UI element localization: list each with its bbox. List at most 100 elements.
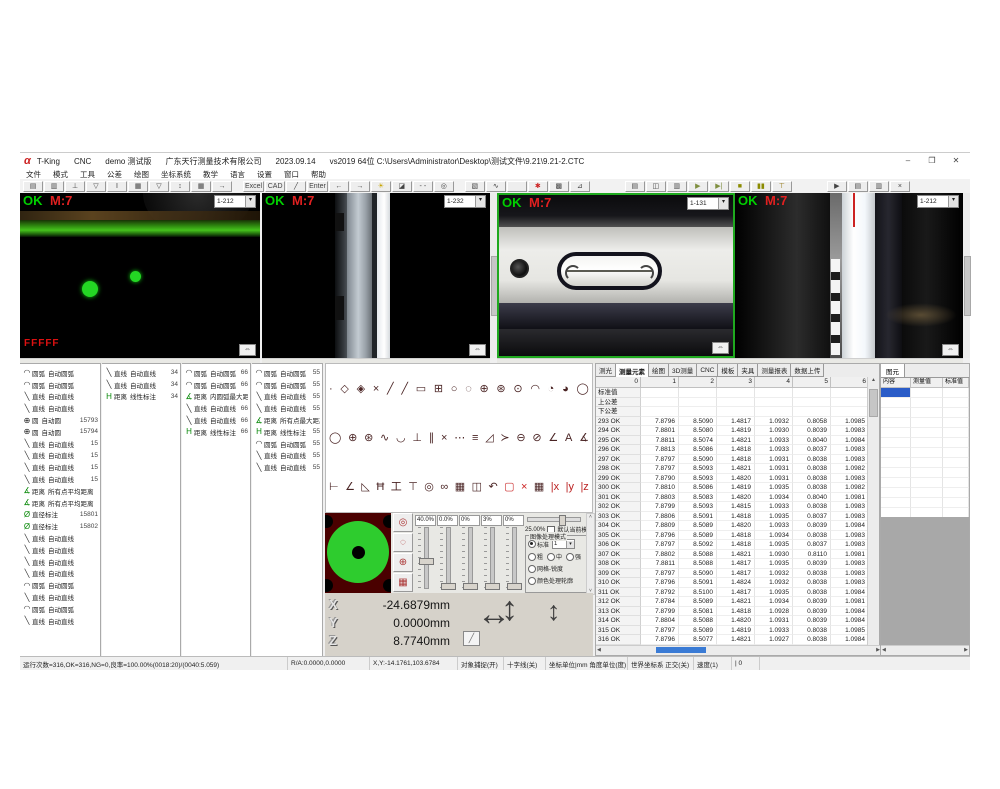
dither-button[interactable]: ▩ (549, 181, 569, 192)
ring-light-control[interactable] (325, 513, 391, 593)
results-tab-5[interactable]: CNC (697, 364, 718, 377)
element-item[interactable]: ╲直线自动直线 (20, 544, 100, 556)
element-panel-row[interactable] (881, 448, 969, 458)
measure-tool-icon[interactable]: ⊥ (412, 432, 422, 444)
element-item[interactable]: ╲直线自动直线34 (102, 367, 180, 379)
dropdown-arrow-icon[interactable]: ▾ (718, 198, 728, 209)
result-row[interactable]: 296 OK7.88138.50861.48181.09330.80371.09… (596, 445, 869, 455)
light-button[interactable]: ☀ (371, 181, 391, 192)
dropdown-arrow-icon[interactable]: ▾ (475, 196, 485, 207)
scroll-up-icon[interactable]: ˄ (587, 514, 594, 520)
element-item[interactable]: ╲直线自动直线66 (182, 414, 250, 426)
measure-tool-icon[interactable]: ◡ (396, 432, 406, 444)
result-row[interactable]: 312 OK7.87848.50891.48211.09340.80391.09… (596, 597, 869, 607)
camera2-scrollbar[interactable] (490, 193, 497, 358)
element-item[interactable]: ╲直线自动直线 (20, 556, 100, 568)
run-to-end-button[interactable]: ▶| (709, 181, 729, 192)
element-item[interactable]: ╲直线自动直线 (20, 591, 100, 603)
result-row[interactable]: 313 OK7.87998.50811.48181.09280.80391.09… (596, 607, 869, 617)
measure-tool-icon[interactable]: ▦ (455, 481, 465, 493)
measure-tool-icon[interactable]: 工 (391, 481, 402, 493)
tab-element[interactable]: 图元 (881, 364, 905, 377)
measure-tool-icon[interactable]: ◯ (576, 383, 588, 395)
element-panel-row[interactable] (881, 498, 969, 508)
jog-z-icon[interactable]: ↕ (547, 596, 561, 627)
menu-item-工具[interactable]: 工具 (74, 169, 101, 180)
results-hscrollbar[interactable]: ◀ ▶ (596, 645, 881, 655)
measure-tool-icon[interactable]: ◈ (357, 383, 365, 395)
menu-item-绘图[interactable]: 绘图 (128, 169, 155, 180)
result-row[interactable]: 299 OK7.87908.50931.48201.09310.80381.09… (596, 474, 869, 484)
element-panel-row[interactable] (881, 388, 969, 398)
menu-item-坐标系统[interactable]: 坐标系统 (155, 169, 197, 180)
camera-view-button[interactable]: ▦ (128, 181, 148, 192)
dropdown-arrow-icon[interactable]: ▾ (566, 541, 574, 548)
measure-tool-icon[interactable]: ⊛ (364, 432, 373, 444)
element-item[interactable]: ╲直线自动直线 (20, 402, 100, 414)
slider-handle[interactable] (485, 583, 500, 590)
element-panel-row[interactable] (881, 408, 969, 418)
measure-tool-icon[interactable]: ▢ (504, 481, 514, 493)
element-item[interactable]: ◠圆弧自动圆弧55 (252, 438, 322, 450)
light-slider-3[interactable]: 0% (459, 515, 480, 591)
element-item[interactable]: ◠圆弧自动圆弧 (20, 603, 100, 615)
image-preview-button[interactable]: ◪ (392, 181, 412, 192)
element-item[interactable]: ╲直线自动直线55 (252, 402, 322, 414)
results-tab-4[interactable]: 3D测量 (669, 364, 697, 377)
element-item[interactable]: ╲直线自动直线55 (252, 461, 322, 473)
measure-tool-icon[interactable]: ⊙ (513, 383, 522, 395)
element-item[interactable]: ╲直线自动直线15 (20, 438, 100, 450)
save-2-button[interactable]: ▤ (625, 181, 645, 192)
camera1-expand-button[interactable]: ⇔ (239, 344, 256, 356)
enter-button[interactable]: Enter (307, 181, 328, 192)
star-marker-button[interactable]: ✱ (528, 181, 548, 192)
element-item[interactable]: Ø直径标注15801 (20, 509, 100, 521)
light-mode-2-button[interactable]: ◌ (393, 533, 413, 552)
open-button[interactable]: ▥ (44, 181, 64, 192)
menu-item-文件[interactable]: 文件 (20, 169, 47, 180)
stop-button[interactable]: ■ (730, 181, 750, 192)
result-row[interactable]: 316 OK7.87968.50771.48211.09270.80381.09… (596, 635, 869, 645)
light-slider-4[interactable]: 3% (481, 515, 502, 591)
measure-tool-icon[interactable]: ◎ (424, 481, 434, 493)
minimize-button[interactable]: – (896, 153, 920, 169)
grid-sharpness-radio[interactable] (528, 565, 536, 573)
light-slider-5[interactable]: 0% (503, 515, 524, 591)
measure-tool-icon[interactable]: ∡ (579, 432, 589, 444)
slider-handle[interactable] (441, 583, 456, 590)
measure-tool-icon[interactable]: ⊕ (348, 432, 357, 444)
probe-button[interactable]: I (107, 181, 127, 192)
element-item[interactable]: ╲直线自动直线15 (20, 450, 100, 462)
measure-tool-icon[interactable]: |x (551, 481, 559, 493)
camera-view-2[interactable]: OK M:7 1-232 ▾ ⇔ (262, 193, 490, 358)
result-row[interactable]: 297 OK7.87978.50901.48181.09310.80381.09… (596, 455, 869, 465)
stage-move-button[interactable]: ⊥ (65, 181, 85, 192)
probe-updown-button[interactable]: ↕ (170, 181, 190, 192)
measure-tool-icon[interactable]: ▭ (416, 383, 426, 395)
element-panel-row[interactable] (881, 488, 969, 498)
maximize-button[interactable]: ❐ (920, 153, 944, 169)
probe-2-button[interactable]: ▽ (149, 181, 169, 192)
open-3-button[interactable]: ▥ (869, 181, 889, 192)
slider-handle[interactable] (419, 558, 434, 565)
element-item[interactable]: ╲直线自动直线55 (252, 450, 322, 462)
pen-button[interactable]: ╱ (286, 181, 306, 192)
light-mode-1-button[interactable]: ◎ (393, 513, 413, 532)
zoom-search-button[interactable]: ◎ (434, 181, 454, 192)
results-tab-2[interactable]: 测量元素 (616, 364, 649, 377)
result-row[interactable]: 307 OK7.88028.50881.48211.09300.81101.09… (596, 550, 869, 560)
camera4-scrollbar[interactable] (963, 193, 970, 358)
result-row[interactable]: 314 OK7.88048.50881.48201.09310.80391.09… (596, 616, 869, 626)
strong-radio[interactable] (566, 553, 574, 561)
chart-button[interactable]: ⊿ (570, 181, 590, 192)
camera-view-3-active[interactable]: OK M:7 1-131 ▾ ⇔ (497, 193, 735, 358)
result-row[interactable]: 300 OK7.88108.50861.48191.09350.80381.09… (596, 483, 869, 493)
results-tab-7[interactable]: 夹具 (738, 364, 758, 377)
arrow-left-button[interactable]: ← (329, 181, 349, 192)
element-item[interactable]: ╲直线自动直线15 (20, 473, 100, 485)
run-button[interactable]: ▶ (688, 181, 708, 192)
result-row[interactable]: 309 OK7.87978.50901.48171.09320.80381.09… (596, 569, 869, 579)
result-row[interactable]: 302 OK7.87998.50931.48151.09330.80381.09… (596, 502, 869, 512)
element-item[interactable]: ∡距离所有点平均距离 (20, 485, 100, 497)
light-slider-2[interactable]: 0.0% (437, 515, 458, 591)
